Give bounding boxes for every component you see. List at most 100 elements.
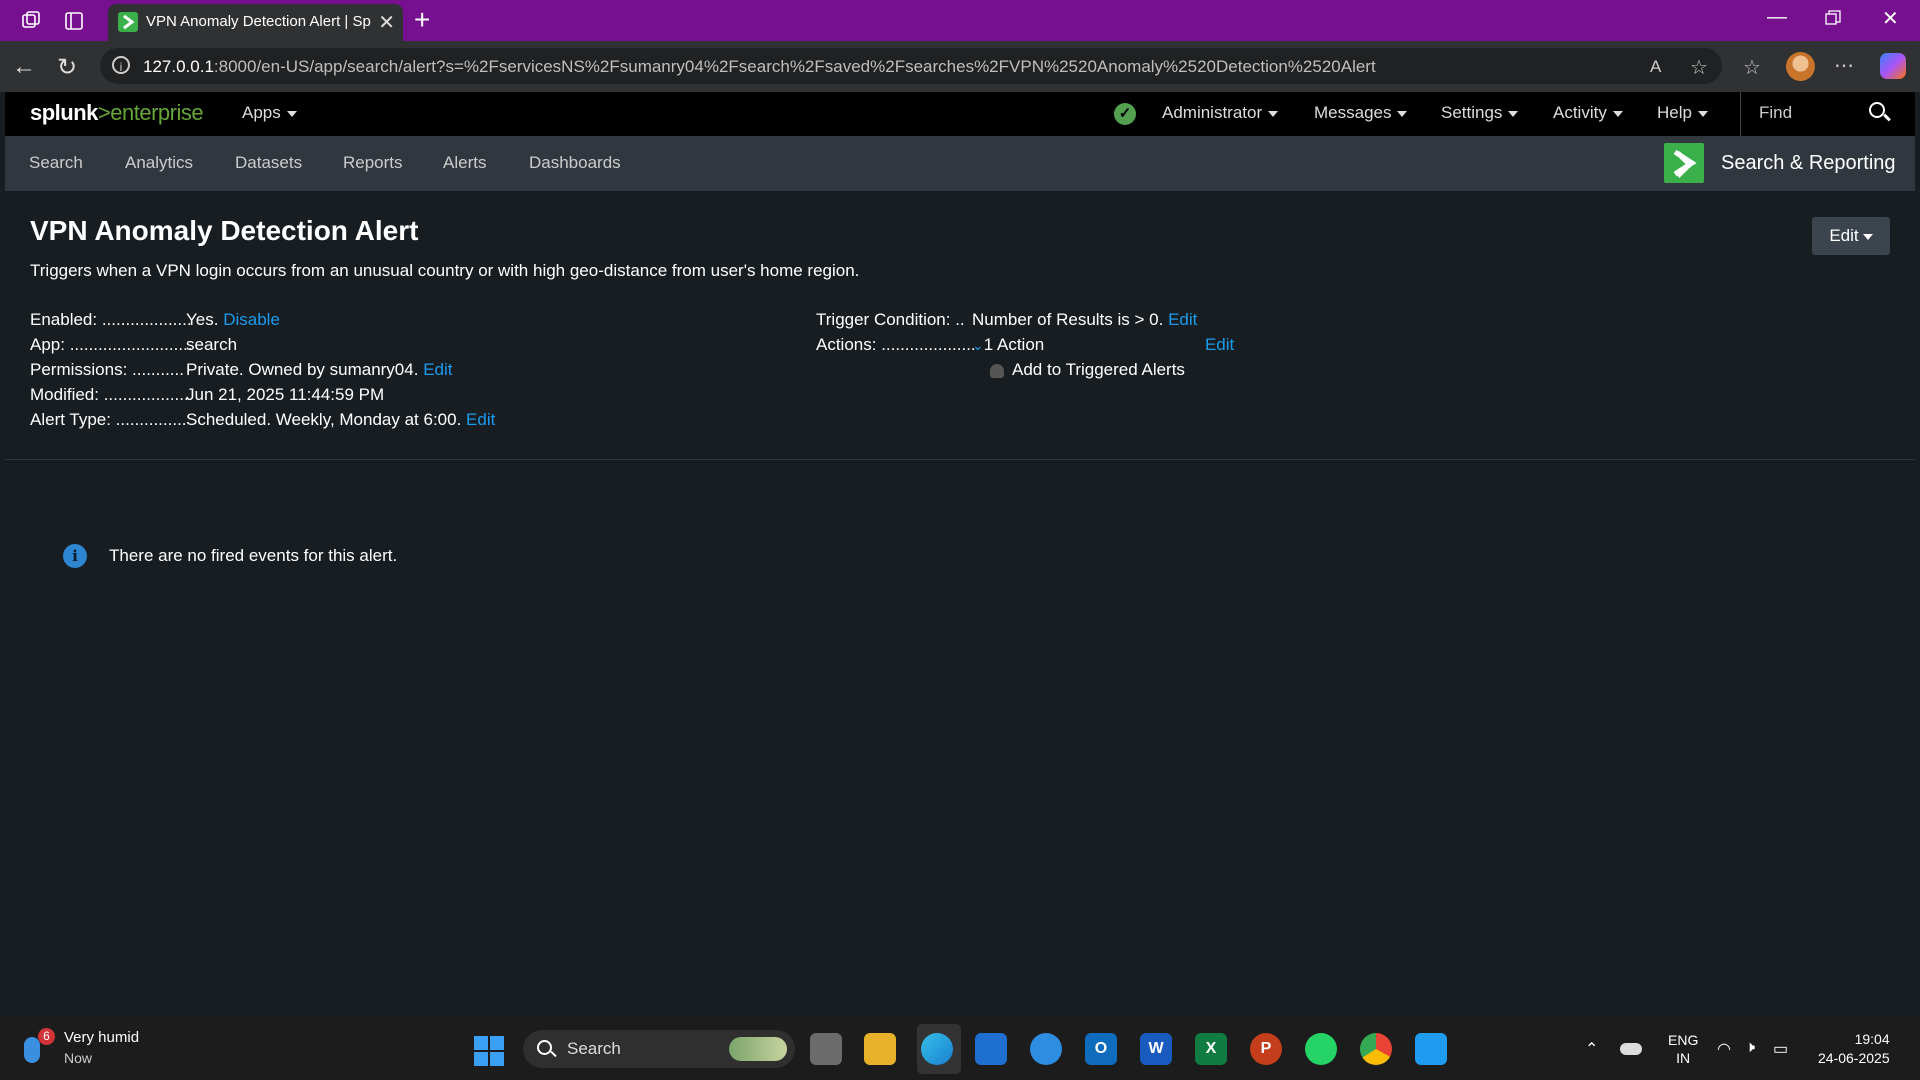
app-label: App: .......................... [30,335,193,354]
alert-type-edit-link[interactable]: Edit [466,410,495,429]
actions-edit-link[interactable]: Edit [1205,335,1234,354]
edit-button[interactable]: Edit [1812,217,1890,255]
new-tab-icon[interactable]: + [414,4,430,36]
read-aloud-icon[interactable]: A [1650,57,1661,77]
outlook-icon[interactable]: O [1085,1033,1117,1065]
url-text: 127.0.0.1:8000/en-US/app/search/alert?s=… [143,57,1376,76]
chevron-down-icon [1697,110,1708,117]
powerpoint-icon[interactable]: P [1250,1033,1282,1065]
splunk-top-bar: splunk>enterprise Apps ✓ Administrator M… [5,92,1915,136]
favorites-icon[interactable]: ☆ [1743,55,1761,80]
taskbar-search[interactable]: Search [523,1030,795,1068]
splunk-favicon-icon [118,12,138,32]
help-app-icon[interactable] [1030,1033,1062,1065]
chevron-down-icon[interactable]: ⌄ [972,337,984,353]
alert-type-row: Alert Type: ...............Scheduled. We… [30,410,495,430]
microsoft-store-icon[interactable] [975,1033,1007,1065]
tab-actions-icon[interactable] [63,10,85,32]
activity-menu[interactable]: Activity [1553,103,1623,123]
weather-icon[interactable] [24,1037,40,1063]
whatsapp-icon[interactable] [1305,1033,1337,1065]
close-window-icon[interactable]: ✕ [1882,6,1899,31]
vscode-icon[interactable] [1415,1033,1447,1065]
restore-icon[interactable] [1825,9,1841,32]
health-check-icon[interactable]: ✓ [1114,103,1136,125]
weather-title[interactable]: Very humid [64,1029,139,1046]
action-item: Add to Triggered Alerts [990,360,1185,380]
nav-dashboards[interactable]: Dashboards [529,153,621,173]
trigger-condition-value: Number of Results is > 0. [972,310,1164,329]
chevron-down-icon [1268,110,1279,117]
file-explorer-icon[interactable] [864,1033,896,1065]
start-icon[interactable] [474,1036,504,1066]
help-menu[interactable]: Help [1657,103,1708,123]
trigger-edit-link[interactable]: Edit [1168,310,1197,329]
volume-muted-icon[interactable]: 🕨 [1745,1039,1755,1057]
workspaces-icon[interactable] [20,10,42,32]
tab-title: VPN Anomaly Detection Alert | Splunk [146,13,371,30]
url-field[interactable]: i 127.0.0.1:8000/en-US/app/search/alert?… [100,48,1722,84]
modified-row: Modified: ..................Jun 21, 2025… [30,385,384,405]
refresh-icon[interactable]: ↻ [57,53,77,82]
actions-label: Actions: .................... [816,335,976,354]
browser-tab-active[interactable]: VPN Anomaly Detection Alert | Splunk ✕ [108,4,403,41]
nav-alerts[interactable]: Alerts [443,153,486,173]
alert-type-value: Scheduled. Weekly, Monday at 6:00. [186,410,462,429]
chevron-down-icon [1397,110,1408,117]
wifi-icon[interactable]: ◠ [1717,1039,1731,1059]
chrome-icon[interactable] [1360,1033,1392,1065]
windows-taskbar: 6 Very humid Now Search O W X P ⌃ ENG IN … [0,1017,1920,1080]
actions-toggle[interactable]: 1 Action [984,335,1045,354]
edge-browser-icon[interactable] [921,1033,953,1065]
alert-content: VPN Anomaly Detection Alert Triggers whe… [5,191,1915,1017]
site-info-icon[interactable]: i [112,56,130,74]
weather-badge: 6 [38,1028,55,1045]
splunk-logo[interactable]: splunk>enterprise [30,100,204,126]
no-events-message: There are no fired events for this alert… [109,546,398,565]
excel-icon[interactable]: X [1195,1033,1227,1065]
page-title: VPN Anomaly Detection Alert [30,215,419,246]
search-icon[interactable] [1869,102,1885,118]
task-view-icon[interactable] [810,1033,842,1065]
taskbar-search-label: Search [567,1039,621,1058]
battery-icon[interactable]: ▭ [1773,1039,1788,1059]
app-logo-icon[interactable] [1664,143,1704,183]
divider [5,459,1915,460]
apps-menu[interactable]: Apps [242,103,297,123]
show-hidden-icons-icon[interactable]: ⌃ [1585,1039,1598,1059]
minimize-icon[interactable]: — [1767,6,1787,29]
close-tab-icon[interactable]: ✕ [378,10,395,35]
enabled-row: Enabled: ...................Yes. Disable [30,310,280,330]
trigger-condition-row: Trigger Condition: .. Number of Results i… [816,310,1197,330]
profile-avatar[interactable] [1786,52,1815,81]
onedrive-icon[interactable] [1620,1043,1642,1055]
nav-reports[interactable]: Reports [343,153,403,173]
app-name[interactable]: Search & Reporting [1721,152,1896,175]
modified-value: Jun 21, 2025 11:44:59 PM [186,385,385,404]
word-icon[interactable]: W [1140,1033,1172,1065]
permissions-value: Private. Owned by sumanry04. [186,360,419,379]
settings-menu[interactable]: Settings [1441,103,1519,123]
alert-description: Triggers when a VPN login occurs from an… [30,261,860,280]
administrator-menu[interactable]: Administrator [1162,103,1279,123]
app-row: App: ..........................search [30,335,237,355]
copilot-icon[interactable] [1880,53,1906,79]
permissions-edit-link[interactable]: Edit [423,360,452,379]
weather-sub[interactable]: Now [64,1050,92,1066]
more-options-icon[interactable]: ⋯ [1834,53,1854,78]
nav-search[interactable]: Search [29,153,83,173]
back-icon[interactable]: ← [12,53,36,81]
nav-datasets[interactable]: Datasets [235,153,302,173]
find-input[interactable]: Find [1759,103,1792,123]
nav-analytics[interactable]: Analytics [125,153,193,173]
address-bar-row: ← ↻ i 127.0.0.1:8000/en-US/app/search/al… [0,41,1920,92]
app-nav-bar: Search Analytics Datasets Reports Alerts… [5,136,1915,191]
chevron-down-icon [1508,110,1519,117]
chevron-down-icon [1862,233,1873,240]
find-search[interactable]: Find [1740,92,1895,136]
language-indicator[interactable]: ENG IN [1668,1031,1698,1067]
disable-link[interactable]: Disable [223,310,280,329]
favorite-star-icon[interactable]: ☆ [1690,55,1708,80]
clock[interactable]: 19:04 24-06-2025 [1818,1030,1890,1068]
messages-menu[interactable]: Messages [1314,103,1408,123]
